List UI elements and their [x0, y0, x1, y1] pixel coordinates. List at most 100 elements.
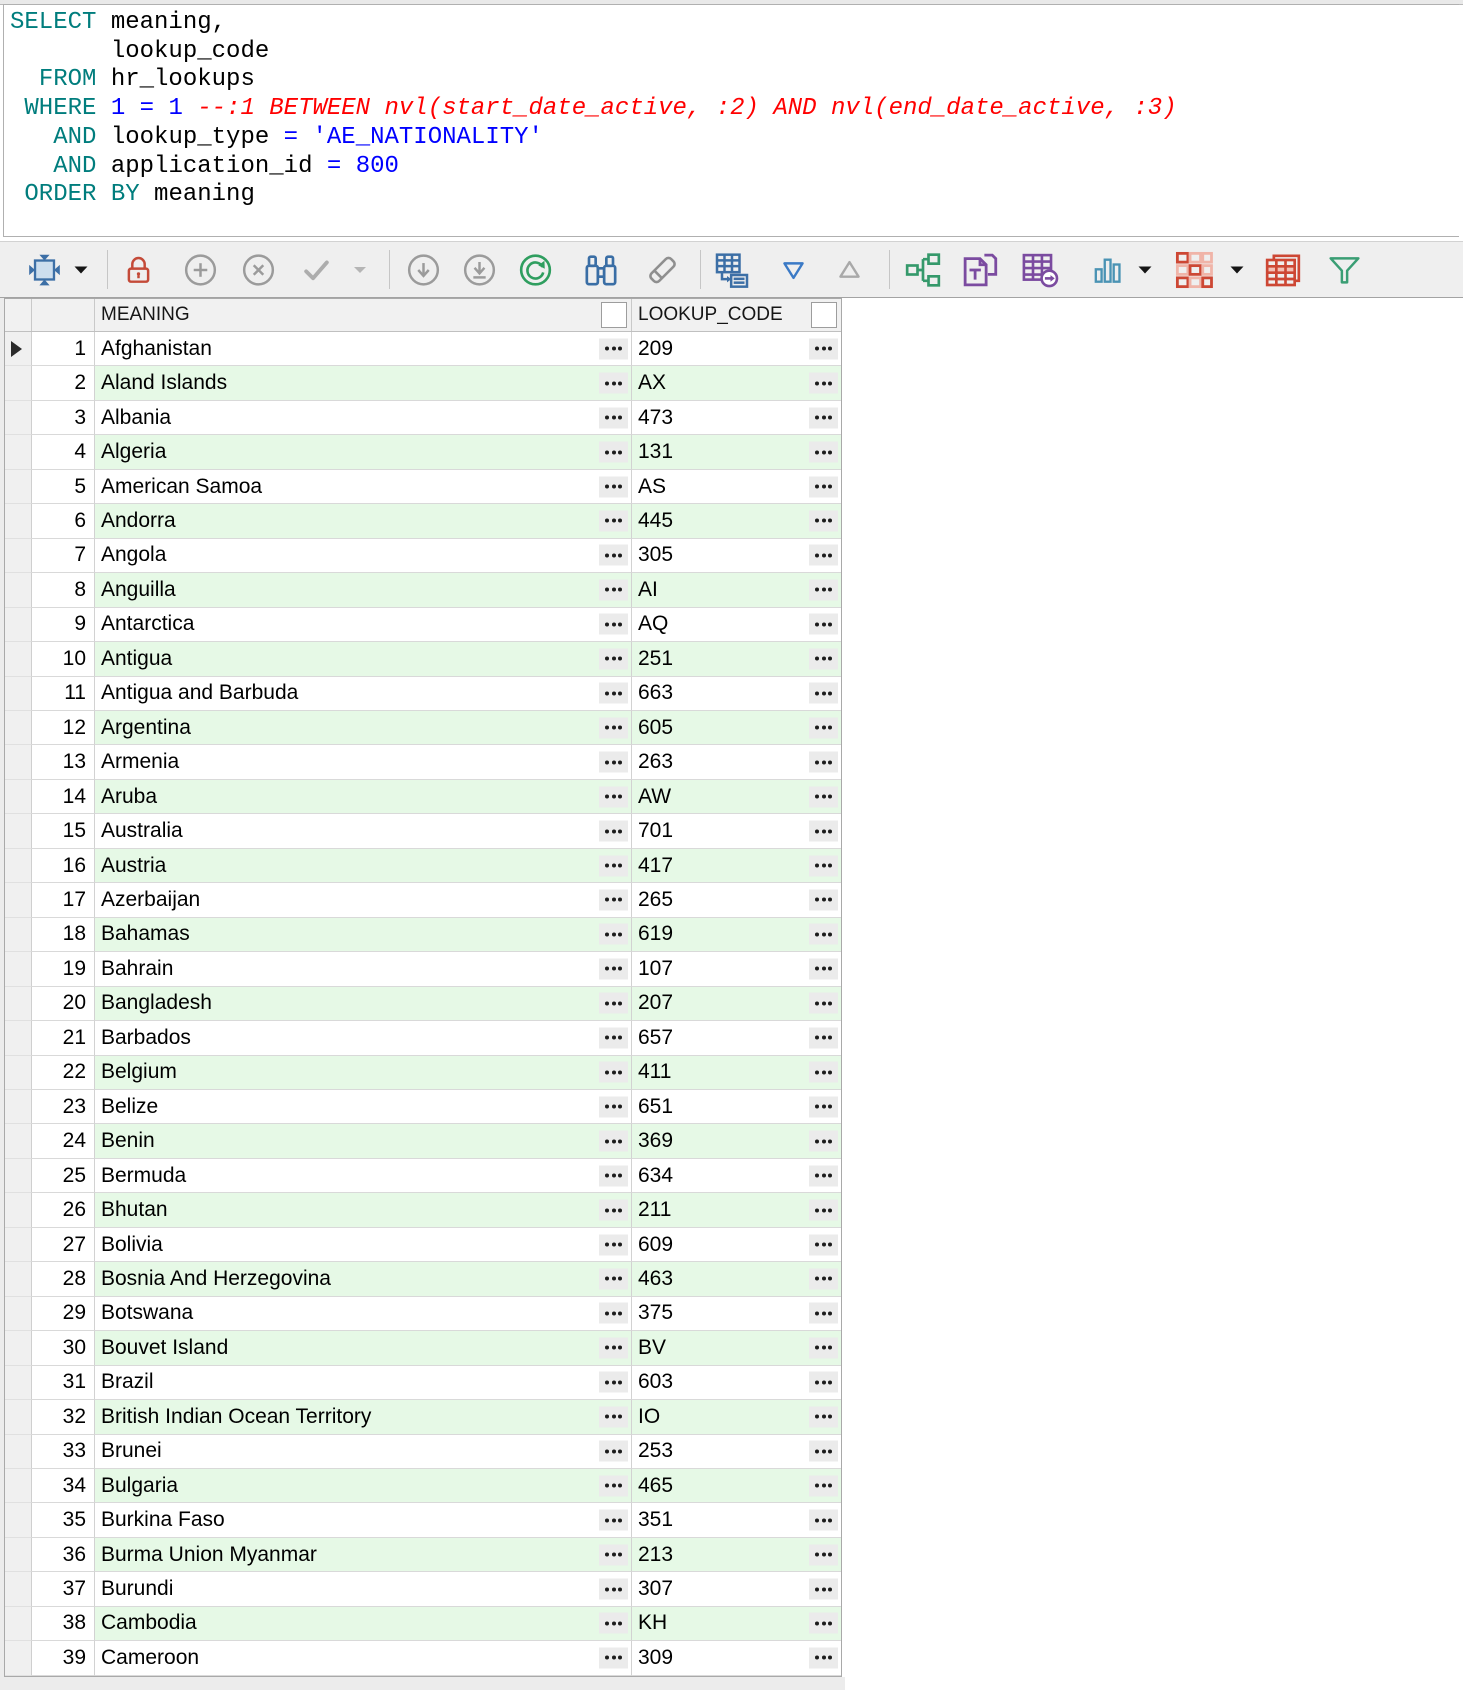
cell-ellipsis-button[interactable]: [599, 1579, 628, 1600]
row-number[interactable]: 23: [32, 1090, 95, 1124]
sql-editor[interactable]: SELECT meaning, lookup_code FROM hr_look…: [3, 4, 1459, 237]
grid-cell[interactable]: Cambodia: [95, 1607, 632, 1641]
cell-ellipsis-button[interactable]: [599, 786, 628, 807]
cell-ellipsis-button[interactable]: [809, 1234, 838, 1255]
table-row[interactable]: 20Bangladesh207: [5, 987, 841, 1021]
row-gutter[interactable]: [5, 366, 32, 400]
grid-cell[interactable]: 663: [632, 677, 841, 711]
cell-ellipsis-button[interactable]: [809, 1268, 838, 1289]
column-select-checkbox[interactable]: [601, 302, 627, 328]
table-row[interactable]: 1Afghanistan209: [5, 332, 841, 366]
grid-cell[interactable]: 351: [632, 1503, 841, 1537]
row-number[interactable]: 36: [32, 1538, 95, 1572]
cell-ellipsis-button[interactable]: [599, 373, 628, 394]
row-number[interactable]: 28: [32, 1262, 95, 1296]
row-number[interactable]: 25: [32, 1159, 95, 1193]
grid-cell[interactable]: Bahamas: [95, 918, 632, 952]
grid-cell[interactable]: Bosnia And Herzegovina: [95, 1262, 632, 1296]
row-number[interactable]: 2: [32, 366, 95, 400]
table-row[interactable]: 23Belize651: [5, 1090, 841, 1124]
commit-dropdown[interactable]: [353, 265, 367, 274]
grid-cell[interactable]: Albania: [95, 401, 632, 435]
table-row[interactable]: 39Cameroon309: [5, 1641, 841, 1675]
table-row[interactable]: 15Australia701: [5, 814, 841, 848]
row-gutter[interactable]: [5, 435, 32, 469]
row-number[interactable]: 35: [32, 1503, 95, 1537]
filter-up-button[interactable]: [835, 255, 864, 284]
cell-ellipsis-button[interactable]: [809, 1510, 838, 1531]
grid-cell[interactable]: 463: [632, 1262, 841, 1296]
grid-cell[interactable]: 251: [632, 642, 841, 676]
grid-cell[interactable]: 107: [632, 952, 841, 986]
row-gutter[interactable]: [5, 573, 32, 607]
grid-cell[interactable]: 445: [632, 504, 841, 538]
row-number[interactable]: 34: [32, 1469, 95, 1503]
grid-cell[interactable]: 634: [632, 1159, 841, 1193]
cell-ellipsis-button[interactable]: [809, 1613, 838, 1634]
grid-cell[interactable]: Burma Union Myanmar: [95, 1538, 632, 1572]
grid-cell[interactable]: 209: [632, 332, 841, 366]
cell-ellipsis-button[interactable]: [809, 579, 838, 600]
row-gutter[interactable]: [5, 642, 32, 676]
cell-ellipsis-button[interactable]: [809, 717, 838, 738]
row-number[interactable]: 14: [32, 780, 95, 814]
row-gutter[interactable]: [5, 1503, 32, 1537]
row-gutter[interactable]: [5, 470, 32, 504]
duplicate-grid-button[interactable]: [1263, 250, 1303, 290]
table-row[interactable]: 31Brazil603: [5, 1366, 841, 1400]
layout-button[interactable]: [1173, 249, 1215, 291]
cell-ellipsis-button[interactable]: [599, 1337, 628, 1358]
table-row[interactable]: 7Angola305: [5, 539, 841, 573]
cell-ellipsis-button[interactable]: [599, 1062, 628, 1083]
cell-ellipsis-button[interactable]: [809, 476, 838, 497]
grid-cell[interactable]: 473: [632, 401, 841, 435]
grid-cell[interactable]: 619: [632, 918, 841, 952]
grid-cell[interactable]: Bermuda: [95, 1159, 632, 1193]
row-gutter[interactable]: [5, 814, 32, 848]
cell-ellipsis-button[interactable]: [599, 442, 628, 463]
cell-ellipsis-button[interactable]: [599, 1441, 628, 1462]
clear-button[interactable]: [644, 251, 681, 288]
cell-ellipsis-button[interactable]: [809, 1200, 838, 1221]
row-gutter[interactable]: [5, 1228, 32, 1262]
grid-cell[interactable]: Australia: [95, 814, 632, 848]
cell-ellipsis-button[interactable]: [809, 614, 838, 635]
row-gutter[interactable]: [5, 539, 32, 573]
grid-cell[interactable]: Brazil: [95, 1366, 632, 1400]
cell-ellipsis-button[interactable]: [809, 1406, 838, 1427]
cell-ellipsis-button[interactable]: [809, 442, 838, 463]
cell-ellipsis-button[interactable]: [809, 683, 838, 704]
row-gutter[interactable]: [5, 1572, 32, 1606]
row-number[interactable]: 39: [32, 1641, 95, 1675]
cell-ellipsis-button[interactable]: [599, 1131, 628, 1152]
cell-ellipsis-button[interactable]: [599, 614, 628, 635]
grid-corner-cell[interactable]: [5, 299, 32, 331]
cell-ellipsis-button[interactable]: [809, 821, 838, 842]
cell-ellipsis-button[interactable]: [809, 1579, 838, 1600]
cell-ellipsis-button[interactable]: [599, 579, 628, 600]
export-grid-button[interactable]: [712, 250, 752, 290]
cell-ellipsis-button[interactable]: [809, 786, 838, 807]
row-gutter[interactable]: [5, 1159, 32, 1193]
cell-ellipsis-button[interactable]: [809, 373, 838, 394]
cell-ellipsis-button[interactable]: [599, 1096, 628, 1117]
row-number[interactable]: 31: [32, 1366, 95, 1400]
table-row[interactable]: 32British Indian Ocean TerritoryIO: [5, 1400, 841, 1434]
table-row[interactable]: 38CambodiaKH: [5, 1607, 841, 1641]
grid-cell[interactable]: Andorra: [95, 504, 632, 538]
row-number[interactable]: 7: [32, 539, 95, 573]
row-gutter[interactable]: [5, 987, 32, 1021]
row-gutter[interactable]: [5, 1193, 32, 1227]
grid-cell[interactable]: Benin: [95, 1124, 632, 1158]
grid-cell[interactable]: 603: [632, 1366, 841, 1400]
row-gutter[interactable]: [5, 918, 32, 952]
grid-cell[interactable]: 651: [632, 1090, 841, 1124]
grid-cell[interactable]: 465: [632, 1469, 841, 1503]
table-row[interactable]: 17Azerbaijan265: [5, 883, 841, 917]
row-number[interactable]: 27: [32, 1228, 95, 1262]
column-select-checkbox[interactable]: [811, 302, 837, 328]
row-number[interactable]: 5: [32, 470, 95, 504]
row-number[interactable]: 29: [32, 1297, 95, 1331]
cell-ellipsis-button[interactable]: [809, 1062, 838, 1083]
row-number[interactable]: 13: [32, 745, 95, 779]
